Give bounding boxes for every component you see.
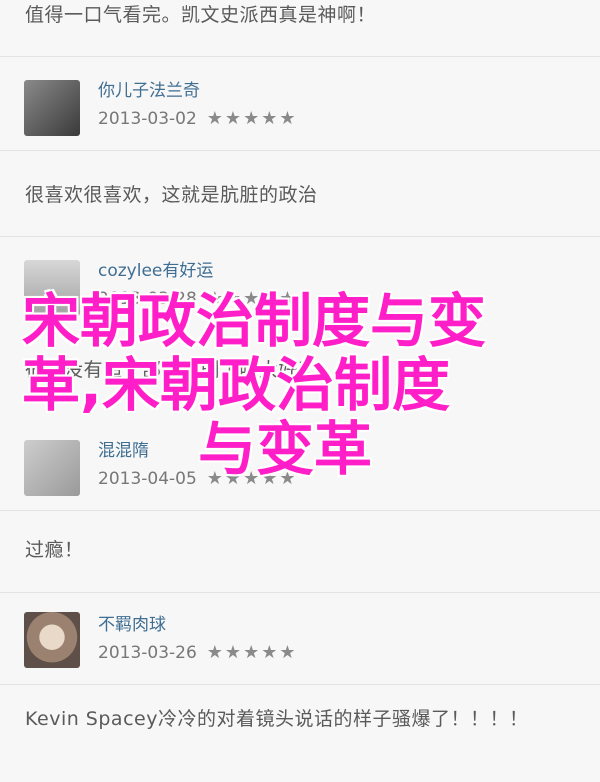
overlay-line-3: 与变革 xyxy=(198,415,373,483)
divider xyxy=(0,684,600,685)
review-date: 2013-03-26 xyxy=(98,643,197,663)
review-comment: 过瘾！ xyxy=(25,539,84,561)
overlay-line-1: 宋朝政治制度与变 xyxy=(22,287,487,355)
review-date: 2013-04-05 xyxy=(98,469,197,489)
star-rating: ★★★★★ xyxy=(206,642,298,663)
username[interactable]: 你儿子法兰奇 xyxy=(98,76,200,101)
divider xyxy=(0,236,600,237)
divider xyxy=(0,56,600,57)
username[interactable]: 不羁肉球 xyxy=(98,610,166,635)
divider xyxy=(0,510,600,511)
review-comment: 值得一口气看完。凯文史派西真是神啊！ xyxy=(25,4,377,26)
user-avatar[interactable] xyxy=(24,80,80,136)
review-meta: 2013-03-26 ★★★★★ xyxy=(98,642,297,663)
star-rating: ★★★★★ xyxy=(206,108,298,129)
review-comment: Kevin Spacey冷冷的对着镜头说话的样子骚爆了！！！！ xyxy=(25,708,529,730)
username[interactable]: 混混隋 xyxy=(98,436,149,461)
review-meta: 2013-03-02 ★★★★★ xyxy=(98,108,297,129)
review-comment: 很喜欢很喜欢，这就是肮脏的政治 xyxy=(25,184,318,206)
divider xyxy=(0,592,600,593)
user-avatar[interactable] xyxy=(24,440,80,496)
username[interactable]: cozylee有好运 xyxy=(98,256,213,281)
overlay-line-2: 革,宋朝政治制度 xyxy=(22,351,451,419)
user-avatar[interactable] xyxy=(24,612,80,668)
review-date: 2013-03-02 xyxy=(98,109,197,129)
divider xyxy=(0,150,600,151)
